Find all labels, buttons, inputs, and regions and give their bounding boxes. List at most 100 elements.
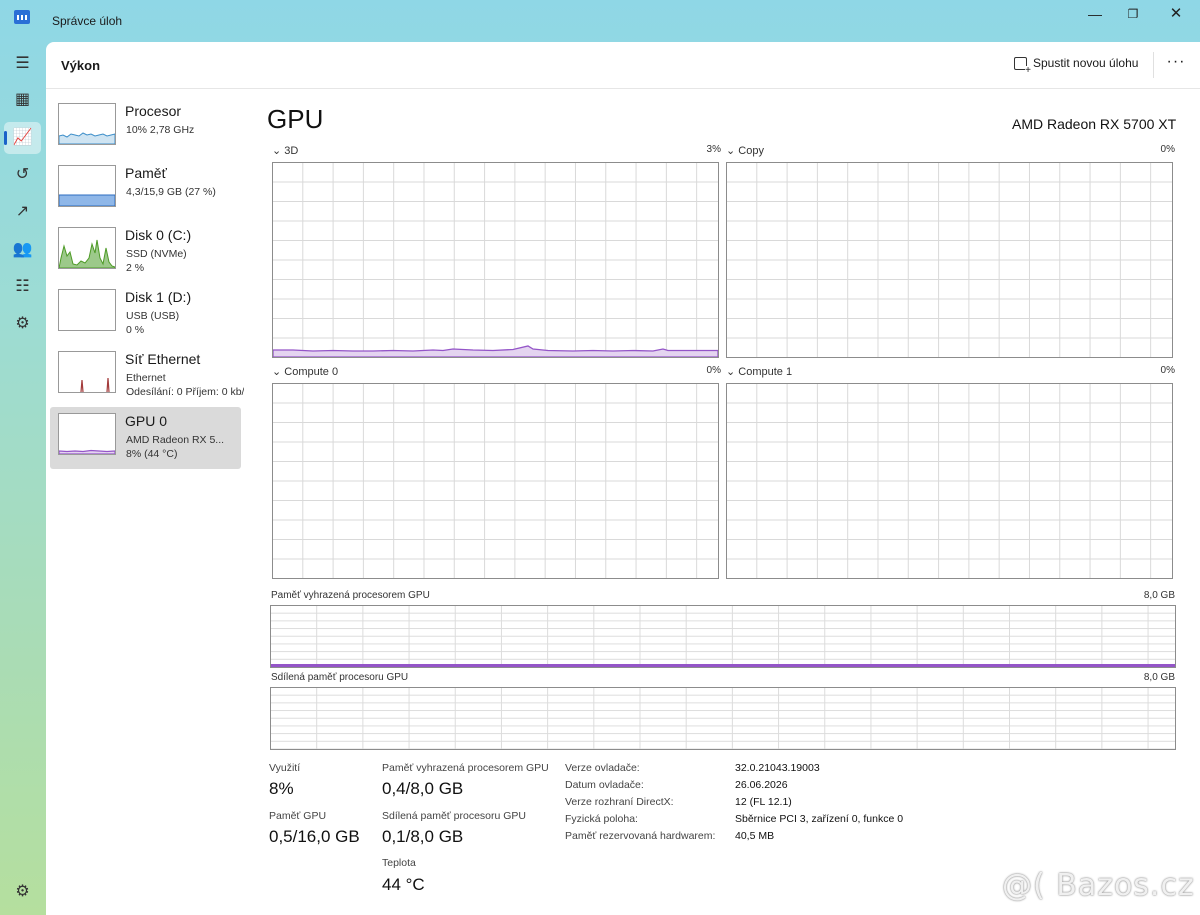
dedicated-memory-max: 8,0 GB (1143, 590, 1175, 601)
engine-percent: 3% (706, 144, 721, 155)
bazos-watermark: @( Bazos.cz (1002, 868, 1195, 903)
performance-icon[interactable]: 📈 (4, 122, 41, 154)
close-button[interactable]: ✕ (1156, 4, 1196, 26)
engine-3d-graph (272, 162, 719, 358)
dedicated-memory-label: Paměť vyhrazená procesorem GPU (271, 590, 430, 601)
device-detail: 10% 2,78 GHz (126, 124, 195, 136)
device-usage: 8% (44 °C) (126, 448, 178, 460)
app-history-icon[interactable]: ↺ (4, 159, 41, 191)
run-new-task-label: Spustit novou úlohu (1033, 56, 1139, 70)
window-title: Správce úloh (52, 14, 123, 28)
device-name: Disk 1 (D:) (125, 289, 192, 305)
cpu-thumbnail-graph (58, 103, 116, 145)
dedicated-memory-stat-label: Paměť vyhrazená procesorem GPU (382, 762, 549, 774)
engine-compute1-graph (726, 383, 1173, 579)
device-name: GPU 0 (125, 413, 168, 429)
title-bar: Správce úloh — ❐ ✕ (0, 0, 1200, 40)
minimize-button[interactable]: — (1075, 4, 1115, 26)
shared-memory-graph (270, 687, 1176, 750)
task-manager-icon (14, 10, 30, 24)
users-icon[interactable]: 👥 (4, 234, 41, 266)
maximize-button[interactable]: ❐ (1113, 4, 1153, 26)
chevron-down-icon: ⌄ (272, 145, 282, 157)
engine-label: Compute 0 (284, 366, 339, 378)
utilization-label: Využití (269, 762, 301, 774)
engine-label: Compute 1 (738, 366, 793, 378)
hardware-reserved-memory-value: 40,5 MB (735, 830, 775, 842)
device-detail: AMD Radeon RX 5... (126, 434, 225, 446)
navigation-rail: ☰ ▦ 📈 ↺ ↗ 👥 ☷ ⚙ ⚙ (0, 40, 46, 915)
device-usage: 0 % (126, 324, 145, 336)
device-item-disk1[interactable]: Disk 1 (D:) USB (USB) 0 % (50, 283, 241, 345)
device-list: Procesor 10% 2,78 GHz Paměť 4,3/15,9 GB … (50, 97, 244, 469)
device-item-ethernet[interactable]: Síť Ethernet Ethernet Odesílání: 0 Příje… (50, 345, 244, 407)
driver-version-label: Verze ovladače: (565, 762, 640, 774)
header-divider (1153, 52, 1154, 78)
engine-compute0-graph (272, 383, 719, 579)
engine-compute1-selector[interactable]: ⌄ Compute 1 (726, 365, 792, 378)
settings-icon[interactable]: ⚙ (4, 876, 41, 908)
disk0-thumbnail-graph (58, 227, 116, 269)
driver-date-value: 26.06.2026 (735, 779, 788, 791)
device-item-memory[interactable]: Paměť 4,3/15,9 GB (27 %) (50, 159, 241, 221)
driver-version-value: 32.0.21043.19003 (735, 762, 820, 774)
driver-date-label: Datum ovladače: (565, 779, 644, 791)
engine-copy-graph (726, 162, 1173, 358)
chevron-down-icon: ⌄ (272, 366, 282, 378)
device-detail: USB (USB) (126, 310, 180, 322)
physical-location-value: Sběrnice PCI 3, zařízení 0, funkce 0 (735, 813, 904, 825)
engine-compute0-selector[interactable]: ⌄ Compute 0 (272, 365, 338, 378)
processes-icon[interactable]: ▦ (4, 84, 41, 116)
services-icon[interactable]: ⚙ (4, 308, 41, 340)
device-name: Disk 0 (C:) (125, 227, 192, 243)
temperature-value: 44 °C (382, 875, 425, 894)
startup-icon[interactable]: ↗ (4, 196, 41, 228)
menu-icon[interactable]: ☰ (4, 48, 41, 80)
dedicated-memory-graph (270, 605, 1176, 668)
page-header: Výkon Spustit novou úlohu ··· (46, 42, 1200, 89)
utilization-value: 8% (269, 779, 294, 798)
ethernet-thumbnail-graph (58, 351, 116, 393)
chevron-down-icon: ⌄ (726, 145, 736, 157)
directx-version-label: Verze rozhraní DirectX: (565, 796, 674, 808)
engine-label: Copy (738, 145, 764, 157)
engine-label: 3D (284, 145, 299, 157)
details-icon[interactable]: ☷ (4, 271, 41, 303)
memory-thumbnail-graph (58, 165, 116, 207)
main-panel: Výkon Spustit novou úlohu ··· Procesor 1… (46, 42, 1200, 915)
shared-memory-label: Sdílená paměť procesoru GPU (271, 672, 409, 683)
device-item-disk0[interactable]: Disk 0 (C:) SSD (NVMe) 2 % (50, 221, 241, 283)
gpu-memory-label: Paměť GPU (269, 810, 327, 822)
engine-percent: 0% (706, 365, 721, 376)
device-usage: 2 % (126, 262, 145, 274)
shared-memory-stat-value: 0,1/8,0 GB (382, 827, 464, 846)
device-detail: 4,3/15,9 GB (27 %) (126, 186, 216, 198)
page-title: Výkon (61, 58, 101, 73)
temperature-label: Teplota (382, 857, 416, 869)
device-throughput: Odesílání: 0 Příjem: 0 kb/s (126, 386, 244, 398)
engine-percent: 0% (1160, 144, 1175, 155)
device-detail: SSD (NVMe) (126, 248, 187, 260)
shared-memory-max: 8,0 GB (1143, 672, 1175, 683)
dedicated-memory-usage-line (271, 664, 1175, 667)
engine-3d-selector[interactable]: ⌄ 3D (272, 144, 298, 157)
device-item-gpu0[interactable]: GPU 0 AMD Radeon RX 5... 8% (44 °C) (50, 407, 241, 469)
run-new-task-button[interactable]: Spustit novou úlohu (1014, 56, 1139, 75)
directx-version-value: 12 (FL 12.1) (735, 796, 792, 808)
hardware-reserved-memory-label: Paměť rezervovaná hardwarem: (565, 830, 716, 842)
more-options-button[interactable]: ··· (1161, 53, 1191, 71)
device-name: Paměť (125, 165, 167, 181)
engine-copy-selector[interactable]: ⌄ Copy (726, 144, 764, 157)
device-detail: Ethernet (126, 372, 166, 384)
gpu-memory-value: 0,5/16,0 GB (269, 827, 360, 846)
shared-memory-stat-label: Sdílená paměť procesoru GPU (382, 810, 527, 822)
new-task-icon (1014, 56, 1031, 75)
disk1-thumbnail-graph (58, 289, 116, 331)
gpu-thumbnail-graph (58, 413, 116, 455)
gpu-model-name: AMD Radeon RX 5700 XT (1012, 116, 1177, 132)
device-item-cpu[interactable]: Procesor 10% 2,78 GHz (50, 97, 241, 159)
gpu-title: GPU (267, 104, 324, 134)
engine-percent: 0% (1160, 365, 1175, 376)
device-name: Síť Ethernet (125, 351, 201, 367)
device-name: Procesor (125, 103, 182, 119)
